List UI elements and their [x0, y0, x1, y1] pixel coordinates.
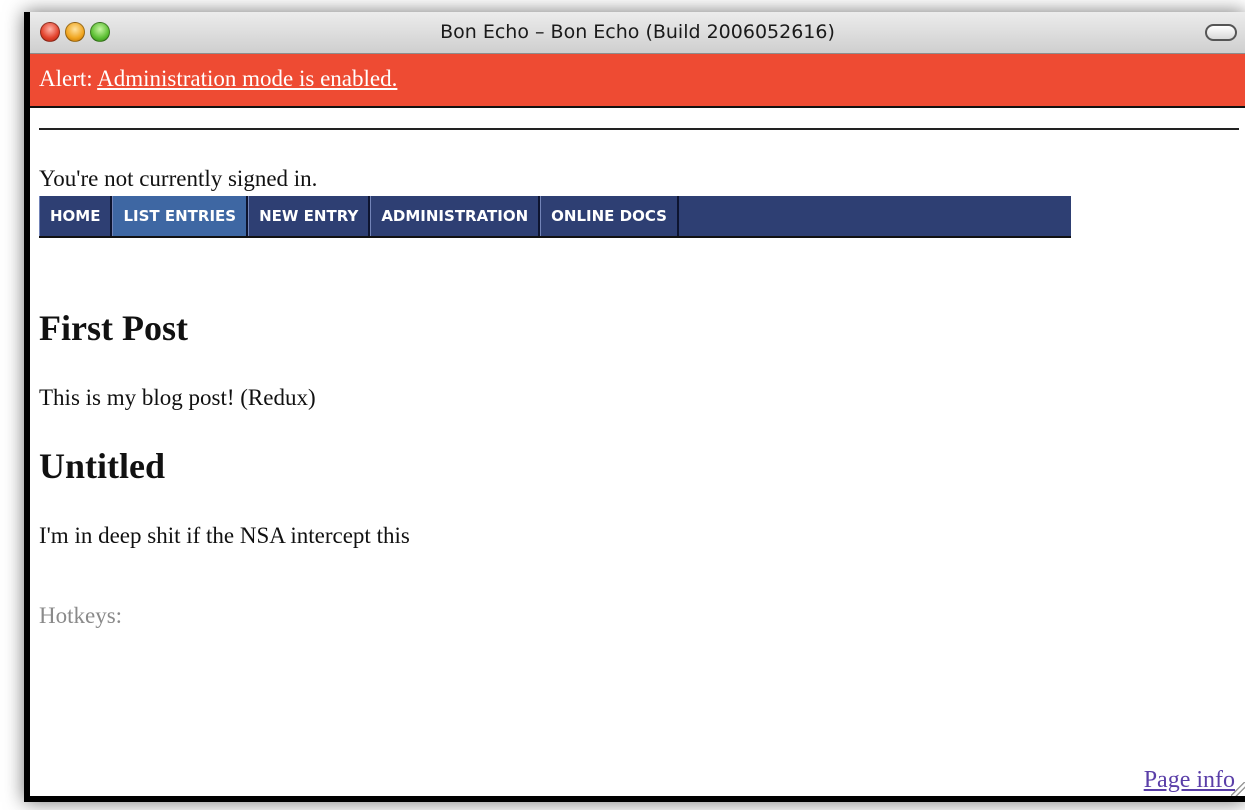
admin-alert-bar: Alert: Administration mode is enabled. [30, 54, 1245, 108]
post-body: This is my blog post! (Redux) [39, 385, 316, 410]
page-info-link[interactable]: Page info [1144, 767, 1235, 794]
close-button-icon[interactable] [40, 22, 60, 42]
window-title: Bon Echo – Bon Echo (Build 2006052616) [440, 21, 835, 43]
minimize-button-icon[interactable] [65, 22, 85, 42]
title-bar[interactable]: Bon Echo – Bon Echo (Build 2006052616) [30, 12, 1245, 54]
page-content: You're not currently signed in. HOME LIS… [39, 108, 1245, 796]
nav-tab-home[interactable]: HOME [39, 196, 113, 236]
signin-status: You're not currently signed in. [39, 166, 318, 191]
main-nav: HOME LIST ENTRIES NEW ENTRY ADMINISTRATI… [39, 196, 1071, 238]
post-title: Untitled [39, 446, 165, 486]
admin-mode-link[interactable]: Administration mode is enabled. [97, 66, 397, 91]
browser-window: Bon Echo – Bon Echo (Build 2006052616) A… [24, 12, 1245, 802]
nav-tab-list-entries[interactable]: LIST ENTRIES [112, 196, 249, 236]
nav-tab-online-docs[interactable]: ONLINE DOCS [540, 196, 679, 236]
alert-prefix: Alert: [39, 66, 98, 91]
zoom-button-icon[interactable] [90, 22, 110, 42]
post-body: I'm in deep shit if the NSA intercept th… [39, 523, 410, 548]
resize-grip-icon[interactable] [1231, 782, 1245, 796]
post-title: First Post [39, 308, 188, 348]
nav-tab-new-entry[interactable]: NEW ENTRY [248, 196, 371, 236]
divider [39, 128, 1239, 130]
nav-tab-administration[interactable]: ADMINISTRATION [370, 196, 541, 236]
hotkeys-label: Hotkeys: [39, 603, 123, 628]
toolbar-toggle-icon[interactable] [1205, 24, 1237, 41]
